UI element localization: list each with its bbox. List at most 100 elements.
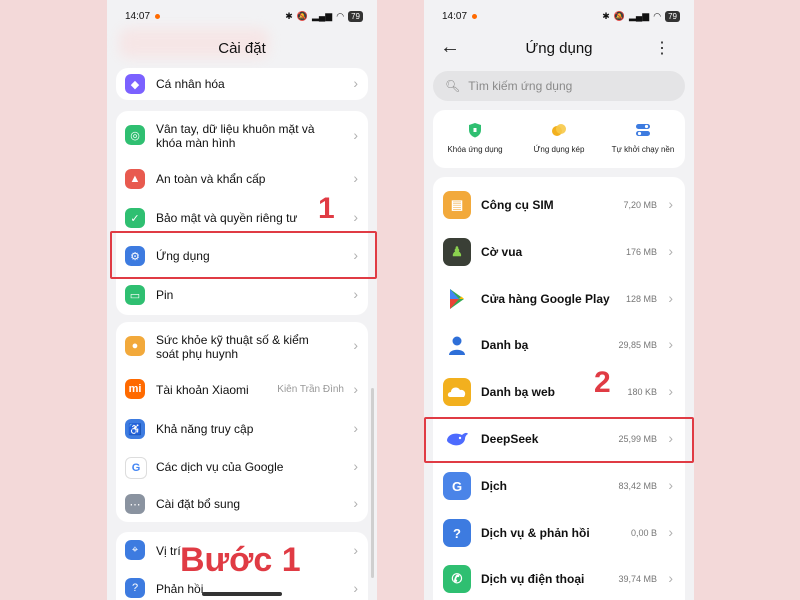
highlight-box-deepseek — [424, 417, 694, 463]
app-size: 83,42 MB — [618, 481, 657, 491]
chevron-right-icon: › — [668, 570, 673, 586]
settings-item-battery[interactable]: ▭ Pin › — [116, 277, 368, 315]
palette-icon: ◆ — [125, 74, 145, 94]
settings-item-accessibility[interactable]: ♿ Khả năng truy cập › — [116, 410, 368, 448]
settings-card-accounts: ● Sức khỏe kỹ thuật số & kiểm soát phụ h… — [116, 322, 368, 522]
chevron-right-icon: › — [668, 336, 673, 352]
search-input[interactable] — [466, 78, 671, 94]
annotation-number-2: 2 — [594, 366, 611, 399]
more-settings-icon: ⋯ — [125, 494, 145, 514]
settings-item-xiaomi-account[interactable]: mi Tài khoản Xiaomi Kiên Trần Đình › — [116, 372, 368, 408]
app-name: Danh bạ web — [481, 385, 556, 399]
settings-item-label: Sức khỏe kỹ thuật số & kiểm soát phụ huy… — [156, 333, 309, 361]
chevron-right-icon: › — [353, 495, 358, 511]
settings-item-fingerprint[interactable]: ◎ Vân tay, dữ liệu khuôn mặt và khóa màn… — [116, 111, 368, 161]
chevron-right-icon: › — [668, 243, 673, 259]
app-row-service-feedback[interactable]: ? Dịch vụ & phản hồi 0,00 B › — [433, 511, 685, 557]
shortcut-label: Ứng dụng kép — [533, 145, 585, 154]
settings-item-personalization[interactable]: ◆ Cá nhân hóa › — [116, 68, 368, 100]
mute-icon: 🔕 — [613, 10, 625, 21]
phone-icon: ✆ — [443, 565, 471, 593]
app-lock-shield-icon — [469, 123, 481, 138]
settings-item-label: Tài khoản Xiaomi — [156, 383, 249, 397]
app-row-chess[interactable]: ♟ Cờ vua 176 MB › — [433, 230, 685, 276]
xiaomi-account-name: Kiên Trần Đình — [277, 384, 344, 395]
app-name: Danh bạ — [481, 338, 529, 352]
settings-item-label: An toàn và khẩn cấp — [156, 172, 266, 186]
translate-icon: G — [443, 472, 471, 500]
sim-toolkit-icon: ▤ — [443, 191, 471, 219]
app-size: 39,74 MB — [618, 574, 657, 584]
chevron-right-icon: › — [668, 383, 673, 399]
chevron-right-icon: › — [353, 127, 358, 143]
status-bar: 14:07 ✱ 🔕 ▂▄▆ ◠ 79 — [107, 0, 377, 32]
web-contacts-icon — [443, 378, 471, 406]
settings-screen: 14:07 ✱ 🔕 ▂▄▆ ◠ 79 Cài đặt ◆ Cá nhân hóa… — [107, 0, 377, 600]
fingerprint-icon: ◎ — [125, 125, 145, 145]
more-vertical-icon[interactable]: ⋮ — [654, 38, 670, 58]
settings-item-label: Vân tay, dữ liệu khuôn mặt và khóa màn h… — [156, 122, 315, 150]
app-size: 29,85 MB — [618, 340, 657, 350]
app-name: Dịch vụ & phản hồi — [481, 526, 590, 540]
status-time: 14:07 — [125, 10, 151, 22]
settings-item-additional-settings[interactable]: ⋯ Cài đặt bổ sung › — [116, 486, 368, 522]
chevron-right-icon: › — [353, 542, 358, 558]
google-play-icon — [443, 285, 471, 313]
google-icon: G — [125, 457, 147, 479]
shortcut-autostart[interactable]: Tự khởi chạy nền — [601, 110, 685, 168]
app-size: 128 MB — [625, 294, 657, 304]
app-name: Cửa hàng Google Play — [481, 292, 610, 306]
home-indicator[interactable] — [202, 592, 282, 596]
search-bar[interactable]: 🔍︎ — [433, 71, 685, 101]
chevron-right-icon: › — [353, 337, 358, 353]
settings-card-personalization: ◆ Cá nhân hóa › — [116, 68, 368, 100]
bluetooth-icon: ✱ — [602, 10, 610, 21]
chevron-right-icon: › — [353, 170, 358, 186]
xiaomi-icon: mi — [125, 379, 145, 399]
chevron-right-icon: › — [353, 75, 358, 91]
app-name: Công cụ SIM — [481, 198, 554, 212]
contacts-icon — [443, 331, 471, 359]
app-size: 180 KB — [627, 387, 657, 397]
wifi-icon: ◠ — [336, 10, 345, 21]
app-size: 0,00 B — [630, 528, 657, 538]
battery-icon: 79 — [665, 10, 680, 22]
mute-icon: 🔕 — [296, 10, 308, 21]
app-name: Dịch vụ điện thoại — [481, 572, 585, 586]
scrollbar[interactable] — [371, 388, 374, 578]
shortcut-bar: Khóa ứng dụng Ứng dụng kép Tự khởi chạy … — [433, 110, 685, 168]
app-row-contacts[interactable]: Danh bạ 29,85 MB › — [433, 323, 685, 369]
app-row-phone-services[interactable]: ✆ Dịch vụ điện thoại 39,74 MB › — [433, 557, 685, 600]
shortcut-dual-apps[interactable]: Ứng dụng kép — [517, 110, 601, 168]
status-time: 14:07 — [442, 10, 468, 22]
chevron-right-icon: › — [353, 381, 358, 397]
page-title: Cài đặt — [218, 40, 266, 57]
chess-icon: ♟ — [443, 238, 471, 266]
chevron-right-icon: › — [353, 286, 358, 302]
chevron-right-icon: › — [668, 477, 673, 493]
search-icon: 🔍︎ — [445, 79, 461, 93]
app-row-google-play[interactable]: Cửa hàng Google Play 128 MB › — [433, 277, 685, 323]
settings-item-label: Cài đặt bổ sung — [156, 497, 241, 511]
app-name: Cờ vua — [481, 245, 523, 259]
accessibility-icon: ♿ — [125, 419, 145, 439]
app-name: Dịch — [481, 479, 508, 493]
notification-dot-icon — [155, 13, 161, 19]
chevron-right-icon: › — [668, 196, 673, 212]
settings-item-label: Bảo mật và quyền riêng tư — [156, 211, 298, 225]
app-row-web-contacts[interactable]: Danh bạ web 180 KB › — [433, 370, 685, 416]
app-row-sim-toolkit[interactable]: ▤ Công cụ SIM 7,20 MB › — [433, 183, 685, 229]
settings-item-label: Cá nhân hóa — [156, 77, 225, 91]
app-list: ▤ Công cụ SIM 7,20 MB › ♟ Cờ vua 176 MB … — [433, 177, 685, 600]
battery-icon: 79 — [348, 10, 363, 22]
shortcut-app-lock[interactable]: Khóa ứng dụng — [433, 110, 517, 168]
settings-item-label: Các dịch vụ của Google — [156, 460, 284, 474]
status-bar: 14:07 ✱ 🔕 ▂▄▆ ◠ 79 — [424, 0, 694, 32]
chevron-right-icon: › — [353, 458, 358, 474]
settings-item-digital-wellbeing[interactable]: ● Sức khỏe kỹ thuật số & kiểm soát phụ h… — [116, 322, 368, 372]
annotation-step-label: Bước 1 — [180, 541, 301, 579]
chevron-right-icon: › — [353, 580, 358, 596]
app-row-translate[interactable]: G Dịch 83,42 MB › — [433, 464, 685, 510]
top-nav: ← Ứng dụng ⋮ — [424, 36, 694, 64]
settings-item-google-services[interactable]: G Các dịch vụ của Google › — [116, 448, 368, 486]
